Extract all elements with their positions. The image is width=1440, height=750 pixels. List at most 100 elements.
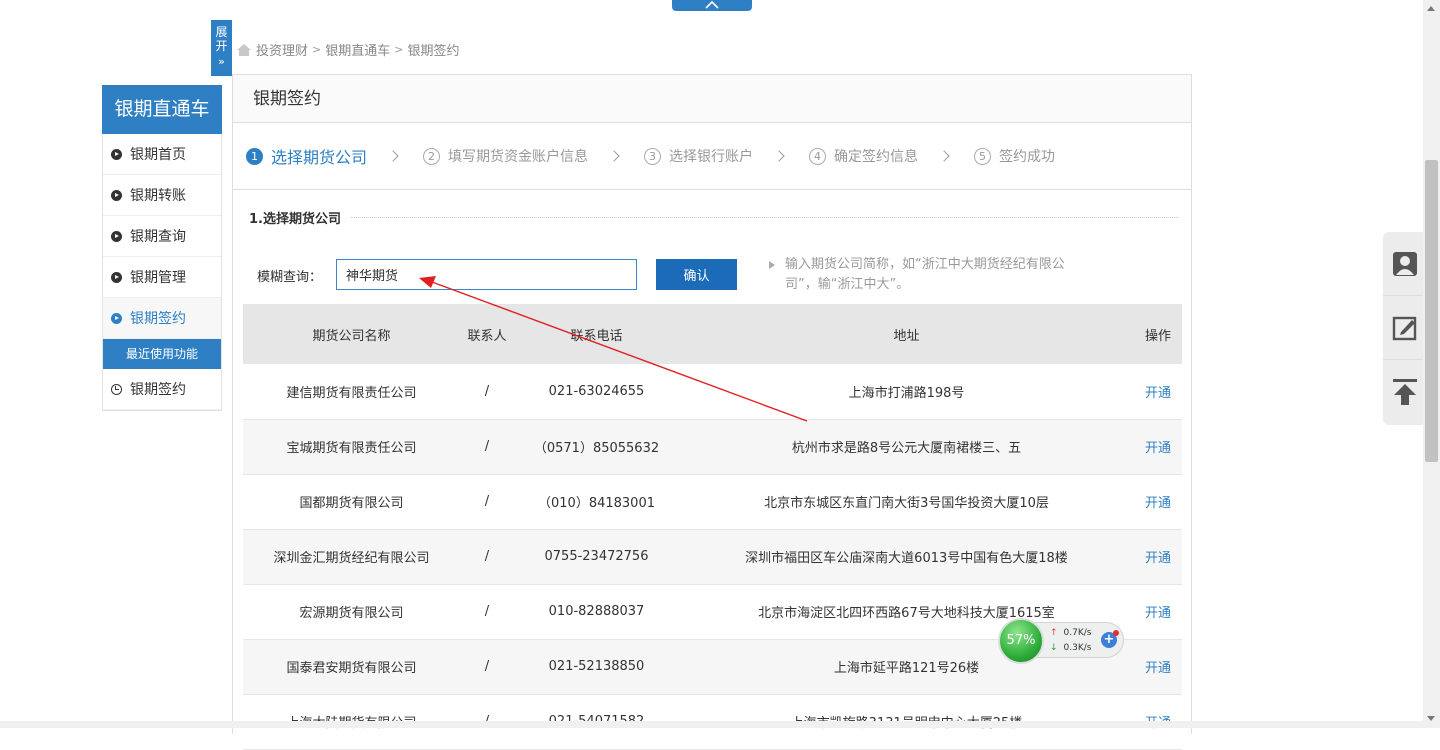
cell-company: 建信期货有限责任公司 <box>243 364 460 420</box>
collapse-top-tab[interactable] <box>672 0 752 11</box>
open-link[interactable]: 开通 <box>1134 639 1182 695</box>
cell-company: 宏源期货有限公司 <box>243 584 460 640</box>
section-title: 1.选择期货公司 <box>249 212 341 227</box>
company-table: 期货公司名称 联系人 联系电话 地址 操作 建信期货有限责任公司 / 021-6… <box>243 304 1182 750</box>
table-row: 深圳金汇期货经纪有限公司 / 0755-23472756 深圳市福田区车公庙深南… <box>243 529 1182 585</box>
play-circle-icon <box>111 189 122 201</box>
cell-contact: / <box>460 474 514 530</box>
cell-phone: 0755-23472756 <box>514 529 679 585</box>
open-link[interactable]: 开通 <box>1134 364 1182 420</box>
breadcrumb-item[interactable]: 银期直通车 <box>325 40 390 59</box>
column-header: 地址 <box>679 304 1134 364</box>
contact-button[interactable] <box>1383 232 1427 296</box>
cell-contact: / <box>460 364 514 420</box>
cell-phone: 010-82888037 <box>514 584 679 640</box>
table-row: 宝城期货有限责任公司 / （0571）85055632 杭州市求是路8号公元大厦… <box>243 419 1182 475</box>
sidebar-item-label: 银期签约 <box>130 311 186 327</box>
clock-icon <box>111 383 122 395</box>
play-circle-icon <box>111 230 122 242</box>
cell-phone: （010）84183001 <box>514 474 679 530</box>
play-circle-icon <box>111 312 122 324</box>
cell-company: 宝城期货有限责任公司 <box>243 419 460 475</box>
cell-address: 深圳市福田区车公庙深南大道6013号中国有色大厦18楼 <box>679 529 1134 585</box>
arrow-down-icon: ↓ <box>1050 643 1058 653</box>
sidebar-item-label: 银期管理 <box>130 270 186 286</box>
cell-address: 北京市东城区东直门南大街3号国华投资大厦10层 <box>679 474 1134 530</box>
cell-contact: / <box>460 639 514 695</box>
sidebar-item-label: 银期查询 <box>130 229 186 245</box>
scrollbar-thumb[interactable] <box>1425 160 1438 462</box>
chevron-right-icon <box>938 150 950 162</box>
column-header: 期货公司名称 <box>243 304 460 364</box>
back-to-top-button[interactable] <box>1383 360 1427 424</box>
cell-contact: / <box>460 419 514 475</box>
breadcrumb-item: 银期签约 <box>407 44 460 59</box>
breadcrumb-item[interactable]: 投资理财 <box>256 40 308 59</box>
recent-item-label: 银期签约 <box>130 382 186 398</box>
step-4: 4 确定签约信息 <box>809 146 918 166</box>
expand-tab[interactable]: 展开 » <box>211 20 232 76</box>
step-1: 1 选择期货公司 <box>246 144 367 168</box>
sidebar-item-label: 银期转账 <box>130 188 186 204</box>
cell-phone: （0571）85055632 <box>514 419 679 475</box>
step-2: 2 填写期货资金账户信息 <box>423 146 588 166</box>
play-circle-icon <box>111 148 122 160</box>
step-label: 填写期货资金账户信息 <box>448 149 589 165</box>
open-link[interactable]: 开通 <box>1134 419 1182 475</box>
cell-address: 上海市打浦路198号 <box>679 364 1134 420</box>
chevron-up-icon <box>705 0 719 9</box>
table-row: 国都期货有限公司 / （010）84183001 北京市东城区东直门南大街3号国… <box>243 474 1182 530</box>
horizontal-scrollbar[interactable] <box>0 721 1423 728</box>
cell-company: 深圳金汇期货经纪有限公司 <box>243 529 460 585</box>
step-label: 选择银行账户 <box>669 149 754 165</box>
scroll-up-icon[interactable] <box>1427 6 1435 11</box>
open-link[interactable]: 开通 <box>1134 584 1182 640</box>
arrow-up-icon: ↑ <box>1050 628 1058 638</box>
recent-item-sign[interactable]: 银期签约 <box>103 369 221 410</box>
step-3: 3 选择银行账户 <box>644 146 753 166</box>
cell-phone: 021-63024655 <box>514 364 679 420</box>
sidebar-item-query[interactable]: 银期查询 <box>103 216 221 257</box>
breadcrumb: 投资理财 > 银期直通车 > 银期签约 <box>236 40 459 59</box>
open-link[interactable]: 开通 <box>1134 529 1182 585</box>
cell-company: 国泰君安期货有限公司 <box>243 639 460 695</box>
search-label: 模糊查询： <box>257 270 323 285</box>
sidebar-item-label: 银期首页 <box>130 147 186 163</box>
chevron-right-icon <box>773 150 785 162</box>
page-title: 银期签约 <box>233 75 1191 123</box>
contact-card-icon <box>1393 251 1417 276</box>
cell-contact: / <box>460 529 514 585</box>
upload-speed: 0.7K/s <box>1063 628 1092 638</box>
divider <box>351 217 1179 218</box>
cell-contact: / <box>460 584 514 640</box>
play-circle-icon <box>111 271 122 283</box>
step-label: 确定签约信息 <box>834 149 919 165</box>
search-input[interactable] <box>336 259 637 290</box>
sidebar: 银期直通车 银期首页 银期转账 银期查询 银期管理 银期签约 最近使用功能 银期… <box>102 85 222 411</box>
step-label: 签约成功 <box>999 149 1056 165</box>
sidebar-item-manage[interactable]: 银期管理 <box>103 257 221 298</box>
scroll-down-icon[interactable] <box>1427 716 1435 721</box>
cell-company: 国都期货有限公司 <box>243 474 460 530</box>
column-header: 联系人 <box>460 304 514 364</box>
sidebar-item-transfer[interactable]: 银期转账 <box>103 175 221 216</box>
search-hint: 输入期货公司简称，如“浙江中大期货经纪有限公司”，输“浙江中大”。 <box>785 257 1065 292</box>
expand-tab-label: 展开 <box>215 25 228 53</box>
sidebar-item-sign[interactable]: 银期签约 <box>103 298 221 339</box>
confirm-button[interactable]: 确认 <box>656 259 737 290</box>
back-to-top-icon <box>1393 379 1417 405</box>
table-row: 建信期货有限责任公司 / 021-63024655 上海市打浦路198号 开通 <box>243 364 1182 420</box>
sidebar-title: 银期直通车 <box>102 85 222 134</box>
network-speed-widget[interactable]: 57% ↑ 0.7K/s ↓ 0.3K/s + <box>998 618 1126 664</box>
cell-address: 杭州市求是路8号公元大厦南裙楼三、五 <box>679 419 1134 475</box>
cell-phone: 021-52138850 <box>514 639 679 695</box>
edit-icon <box>1392 316 1417 340</box>
plus-icon[interactable]: + <box>1101 630 1119 648</box>
open-link[interactable]: 开通 <box>1134 474 1182 530</box>
step-label: 选择期货公司 <box>271 148 368 167</box>
sidebar-item-home[interactable]: 银期首页 <box>103 134 221 175</box>
chevron-right-icon <box>608 150 620 162</box>
home-icon <box>237 43 251 56</box>
step-indicator: 1 选择期货公司 2 填写期货资金账户信息 3 选择银行账户 4 确定签约信息 5 签约成… <box>233 123 1191 190</box>
edit-button[interactable] <box>1383 296 1427 360</box>
